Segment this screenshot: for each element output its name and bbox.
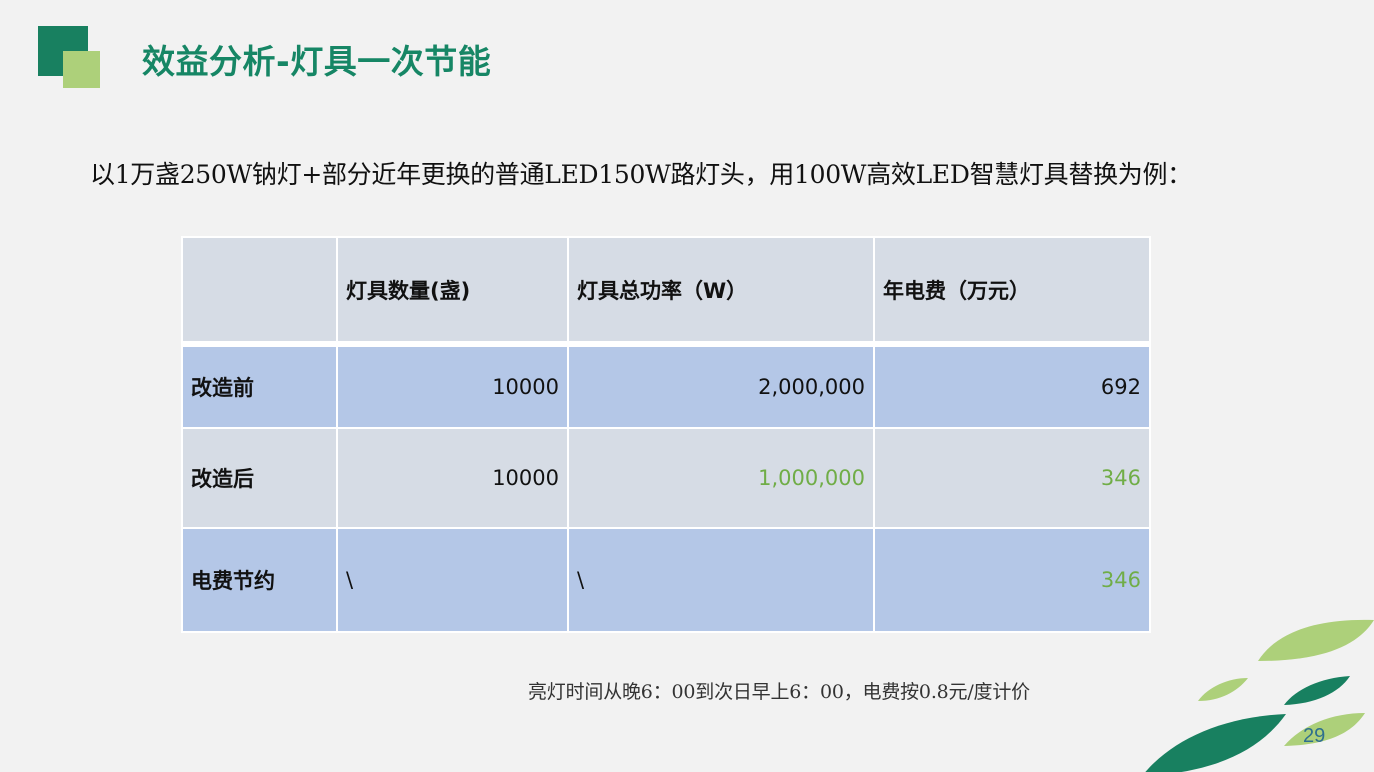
- cost-cell: 692: [873, 343, 1151, 429]
- slide: 效益分析-灯具一次节能 以1万盏250W钠灯+部分近年更换的普通LED150W路…: [0, 0, 1374, 772]
- power-cell: \: [567, 527, 875, 633]
- header-cell-quantity: 灯具数量(盏): [336, 236, 569, 347]
- footnote: 亮灯时间从晚6：00到次日早上6：00，电费按0.8元/度计价: [528, 681, 1030, 703]
- quantity-cell: 10000: [336, 427, 569, 529]
- logo-square-light: [63, 51, 100, 88]
- savings-table: 灯具数量(盏) 灯具总功率（W） 年电费（万元） 改造前 10000 2,000…: [181, 236, 1151, 633]
- power-cell: 2,000,000: [567, 343, 875, 429]
- table-row: 改造后 10000 1,000,000 346: [181, 427, 1151, 529]
- leaf-decoration: [1145, 619, 1374, 772]
- slide-title: 效益分析-灯具一次节能: [142, 42, 492, 81]
- intro-text: 以1万盏250W钠灯+部分近年更换的普通LED150W路灯头，用100W高效LE…: [90, 160, 1192, 189]
- leaf-shape: [1284, 676, 1350, 705]
- cost-cell: 346: [873, 527, 1151, 633]
- table-header-row: 灯具数量(盏) 灯具总功率（W） 年电费（万元）: [181, 236, 1151, 347]
- leaf-shape: [1198, 678, 1248, 701]
- row-label: 电费节约: [181, 527, 338, 633]
- quantity-cell: 10000: [336, 343, 569, 429]
- page-number: 29: [1303, 725, 1326, 747]
- row-label: 改造后: [181, 427, 338, 529]
- table-row: 改造前 10000 2,000,000 692: [181, 343, 1151, 429]
- table-row: 电费节约 \ \ 346: [181, 527, 1151, 633]
- header-cell-power: 灯具总功率（W）: [567, 236, 875, 347]
- cost-cell: 346: [873, 427, 1151, 529]
- power-cell: 1,000,000: [567, 427, 875, 529]
- header-cell-empty: [181, 236, 338, 347]
- header-cell-cost: 年电费（万元）: [873, 236, 1151, 347]
- leaf-shape: [1258, 619, 1374, 661]
- leaf-shape: [1145, 714, 1286, 772]
- quantity-cell: \: [336, 527, 569, 633]
- row-label: 改造前: [181, 343, 338, 429]
